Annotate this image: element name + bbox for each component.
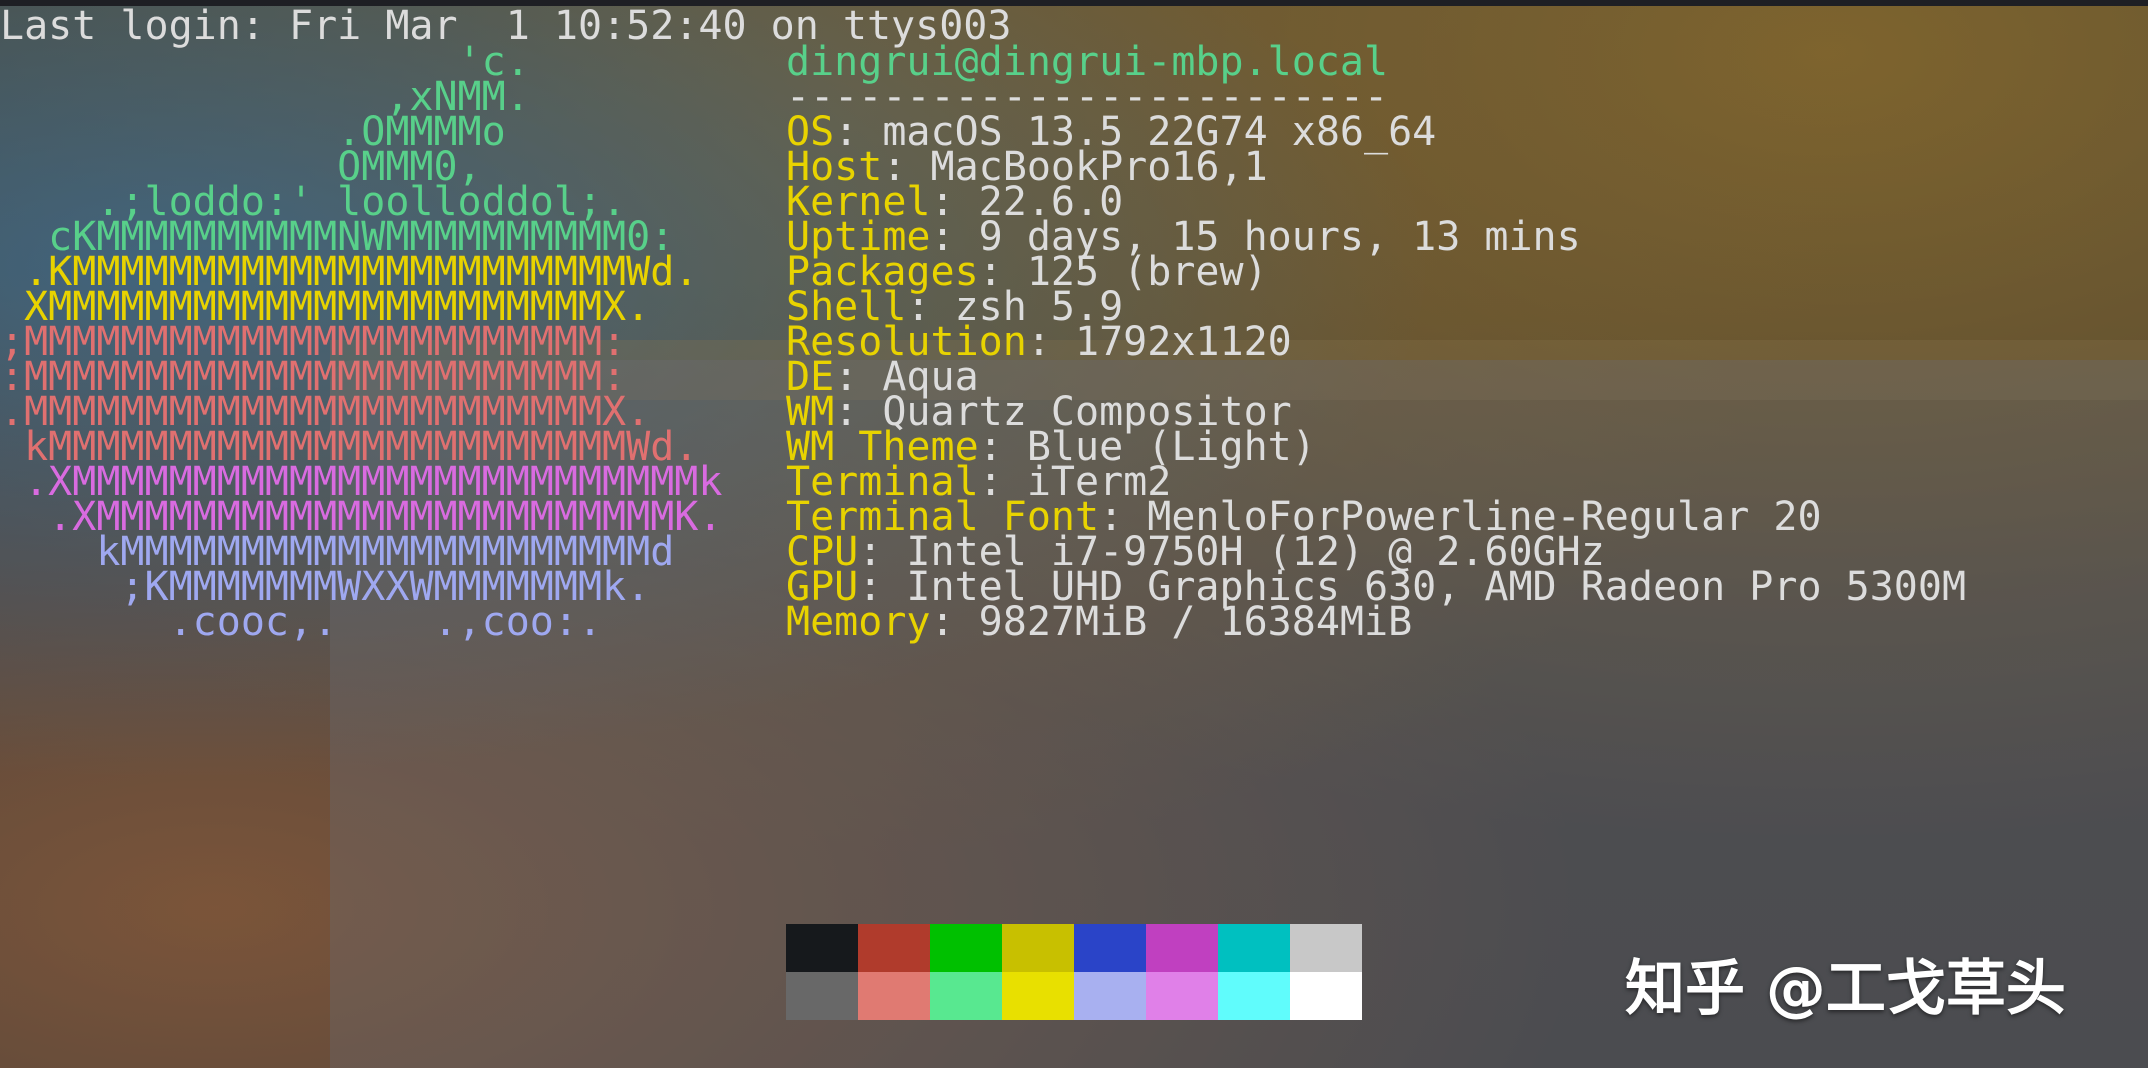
palette-swatch-bright	[858, 972, 930, 1020]
palette-swatch-normal	[1074, 924, 1146, 972]
palette-swatch-bright	[1218, 972, 1290, 1020]
palette-swatch-normal	[1290, 924, 1362, 972]
terminal-window[interactable]: Last login: Fri Mar 1 10:52:40 on ttys00…	[0, 0, 2148, 1068]
info-label: Memory	[786, 599, 931, 645]
palette-swatch-bright	[1074, 972, 1146, 1020]
info-value: 1792x1120	[1075, 319, 1292, 365]
color-palette	[786, 924, 1362, 1020]
info-value: 9827MiB / 16384MiB	[978, 599, 1413, 645]
info-colon: :	[930, 599, 979, 645]
palette-swatch-normal	[1218, 924, 1290, 972]
palette-swatch-bright	[1290, 972, 1362, 1020]
info-colon: :	[1026, 319, 1075, 365]
palette-swatch-normal	[1002, 924, 1074, 972]
logo-line: .cooc,. .,coo:.	[0, 599, 603, 645]
palette-swatch-normal	[858, 924, 930, 972]
palette-swatch-bright	[930, 972, 1002, 1020]
palette-swatch-bright	[786, 972, 858, 1020]
palette-swatch-bright	[1002, 972, 1074, 1020]
palette-swatch-normal	[1146, 924, 1218, 972]
palette-swatch-normal	[786, 924, 858, 972]
palette-swatch-normal	[930, 924, 1002, 972]
palette-swatch-bright	[1146, 972, 1218, 1020]
zhihu-watermark: 知乎 @工戈草头	[1625, 954, 2066, 1024]
info-row: Memory: 9827MiB / 16384MiB	[786, 598, 1412, 646]
